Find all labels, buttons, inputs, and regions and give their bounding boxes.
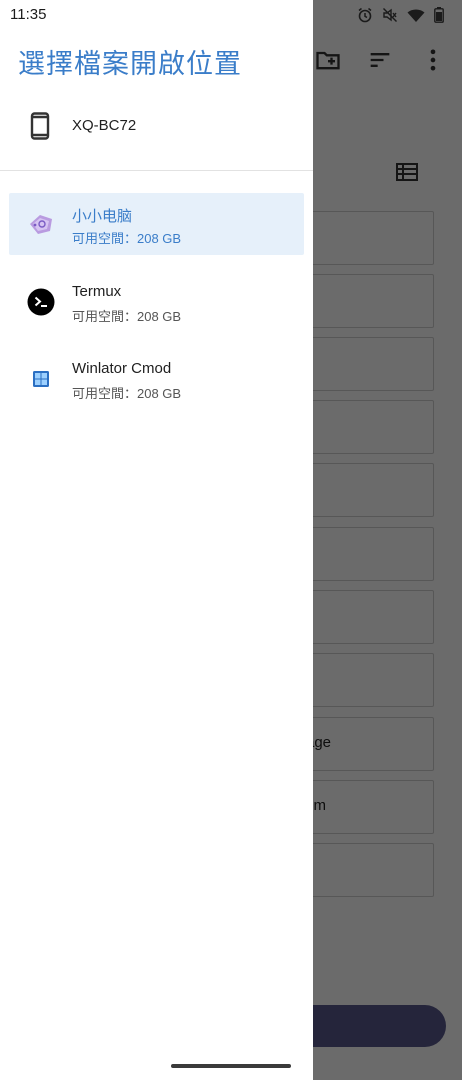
location-item-termux[interactable]: Termux 可用空間：208 GB bbox=[9, 271, 304, 333]
device-name: XQ-BC72 bbox=[72, 117, 137, 134]
location-name: 小小电脑 bbox=[72, 208, 133, 225]
device-item[interactable]: XQ-BC72 bbox=[0, 100, 313, 152]
gesture-nav-handle[interactable] bbox=[171, 1064, 291, 1068]
screen: a c c rage tem 11:35 bbox=[0, 0, 462, 1080]
location-storage: 可用空間：208 GB bbox=[72, 231, 182, 246]
location-name: Winlator Cmod bbox=[72, 360, 172, 377]
location-item-winlator[interactable]: Winlator Cmod 可用空間：208 GB bbox=[9, 348, 304, 410]
drawer-divider bbox=[0, 170, 313, 171]
mute-icon bbox=[383, 8, 397, 22]
xiaoxiao-app-icon bbox=[30, 215, 52, 234]
alarm-icon bbox=[358, 7, 372, 23]
status-icons bbox=[357, 7, 444, 23]
status-bar: 11:35 bbox=[0, 0, 462, 32]
termux-icon bbox=[27, 288, 55, 316]
wifi-icon bbox=[407, 9, 425, 22]
drawer-title: 選擇檔案開啟位置 bbox=[18, 49, 242, 80]
file-location-drawer: 選擇檔案開啟位置 XQ-BC72 小小电脑 可用空間：208 GB Termux… bbox=[0, 0, 313, 1080]
location-storage: 可用空間：208 GB bbox=[72, 386, 182, 401]
phone-icon bbox=[30, 112, 50, 140]
location-storage: 可用空間：208 GB bbox=[72, 309, 182, 324]
battery-icon bbox=[434, 7, 444, 23]
winlator-icon bbox=[33, 371, 49, 387]
location-item-xiaoxiao[interactable]: 小小电脑 可用空間：208 GB bbox=[9, 193, 304, 255]
status-time: 11:35 bbox=[10, 6, 47, 23]
location-name: Termux bbox=[72, 283, 122, 300]
